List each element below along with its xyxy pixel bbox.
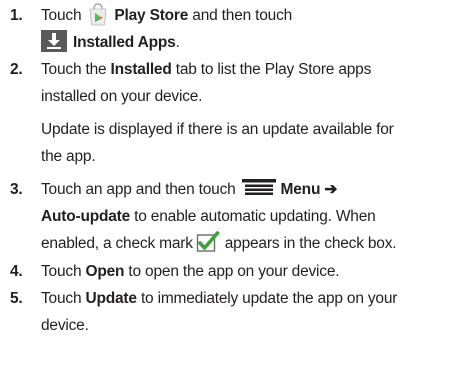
step-number: 2. — [10, 61, 23, 78]
step-text: Touch an app and then touch Menu ➔ Auto-… — [41, 179, 397, 252]
step-text: Touch Update to immediately update the a… — [41, 290, 398, 334]
instructions-document: 1. Touch Play Store and then touch Insta… — [0, 0, 469, 367]
checked-checkbox-icon — [196, 231, 220, 252]
step-number: 5. — [10, 290, 23, 307]
step-number: 1. — [10, 7, 23, 24]
step-text: Touch the Installed tab to list the Play… — [41, 61, 394, 165]
menu-icon — [241, 179, 276, 196]
step-number: 3. — [10, 181, 23, 198]
step-text: Touch Open to open the app on your devic… — [41, 263, 340, 280]
play-store-icon — [89, 3, 107, 26]
step-number: 4. — [10, 263, 23, 280]
step-text: Touch Play Store and then touch Installe… — [41, 2, 465, 56]
download-icon — [41, 29, 67, 52]
